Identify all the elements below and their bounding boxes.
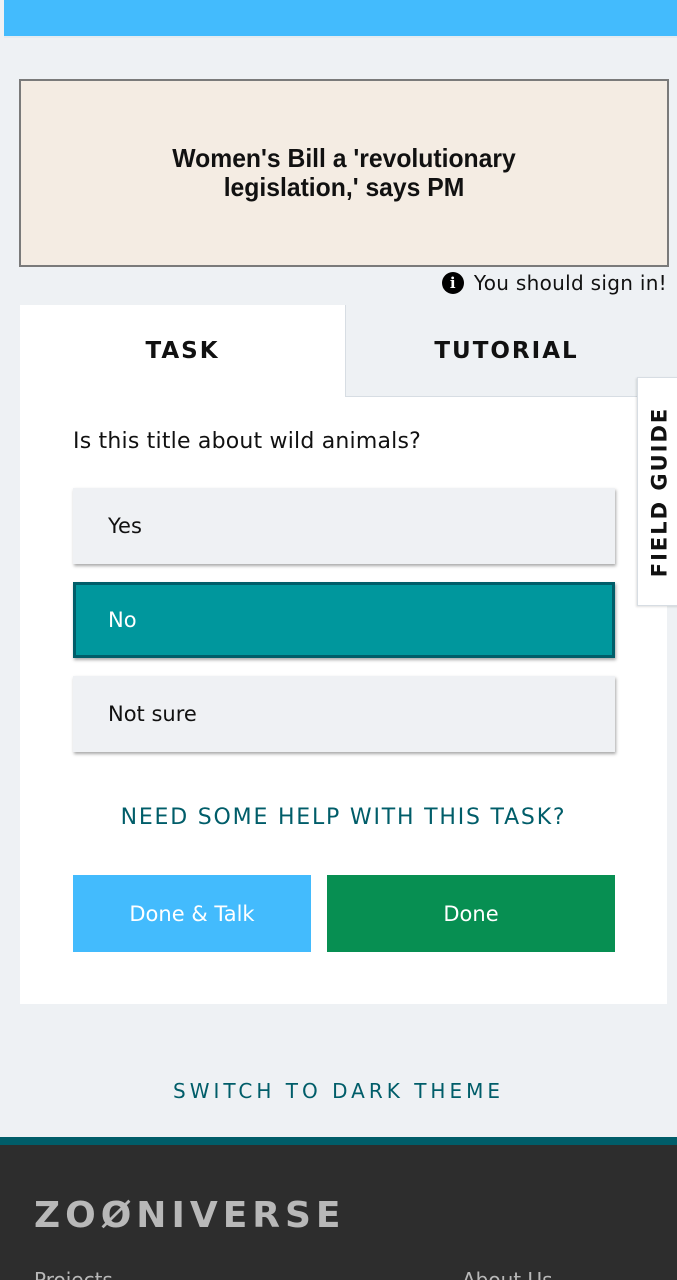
task-panel: TASK TUTORIAL Is this title about wild a… — [20, 305, 667, 1004]
subject-image: Women's Bill a 'revolutionary legislatio… — [19, 79, 669, 267]
footer: ZOØNIVERSE Projects About Us — [0, 1137, 677, 1280]
answer-yes[interactable]: Yes — [73, 488, 615, 564]
footer-link-about[interactable]: About Us — [462, 1268, 553, 1280]
footer-link-projects[interactable]: Projects — [34, 1268, 113, 1280]
field-guide-label: FIELD GUIDE — [647, 406, 672, 577]
zooniverse-logo[interactable]: ZOØNIVERSE — [34, 1195, 346, 1236]
task-tabs: TASK TUTORIAL — [20, 305, 667, 397]
signin-notice[interactable]: i You should sign in! — [441, 271, 667, 295]
tab-task[interactable]: TASK — [20, 305, 345, 397]
task-question: Is this title about wild animals? — [73, 429, 422, 454]
tab-tutorial[interactable]: TUTORIAL — [345, 305, 667, 397]
subject-headline: Women's Bill a 'revolutionary legislatio… — [172, 143, 516, 202]
task-help-link[interactable]: NEED SOME HELP WITH THIS TASK? — [20, 805, 667, 830]
top-banner — [4, 0, 677, 38]
done-and-talk-button[interactable]: Done & Talk — [73, 875, 311, 952]
done-button[interactable]: Done — [327, 875, 615, 952]
signin-text: You should sign in! — [473, 271, 667, 295]
answer-not-sure[interactable]: Not sure — [73, 676, 615, 752]
field-guide-tab[interactable]: FIELD GUIDE — [637, 377, 677, 606]
info-icon: i — [441, 272, 464, 294]
switch-theme-link[interactable]: SWITCH TO DARK THEME — [0, 1079, 677, 1103]
answer-no[interactable]: No — [73, 582, 615, 658]
